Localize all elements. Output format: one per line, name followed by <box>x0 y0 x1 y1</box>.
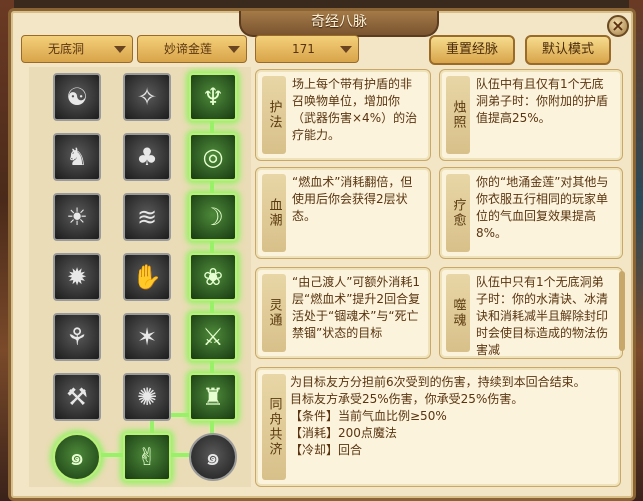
warriors-icon[interactable]: ⚔ <box>189 313 237 361</box>
ring-spirit-icon[interactable]: ◎ <box>189 133 237 181</box>
path-dropdown-value: 妙谛金莲 <box>164 42 213 56</box>
selected-skill-line: 目标友方承受25%伤害，你承受25%伤害。 <box>290 392 524 406</box>
axe-icon[interactable]: ⚒ <box>53 373 101 421</box>
selected-skill-line: 为目标友方分担前6次受到的伤害，持续到本回合结束。 <box>290 375 586 389</box>
school-dropdown[interactable]: 无底洞 <box>21 35 133 63</box>
skill-card[interactable]: 血潮 “燃血术”消耗翻倍，但使用后你会获得2层状态。 <box>255 167 431 259</box>
cards-scrollbar[interactable] <box>619 271 625 351</box>
skill-desc: 场上每个带有护盾的非召唤物单位，增加你（武器伤害×4%）的治疗能力。 <box>292 77 418 142</box>
skill-name: 护法 <box>262 76 286 154</box>
boot-icon[interactable]: ⚘ <box>53 313 101 361</box>
spiral-orb-left-icon[interactable]: ๑ <box>53 433 101 481</box>
meridian-tree: ☯ ✧ ♆ ♞ ♣ ◎ ☀ ≋ ☽ ✹ ✋ ❀ ⚘ ✶ ⚔ ⚒ ✺ ♜ ๑ ✌ … <box>29 67 251 487</box>
tree-stump-icon[interactable]: ♣ <box>123 133 171 181</box>
chevron-down-icon <box>340 46 352 53</box>
selected-skill-line: 【冷却】回合 <box>290 443 363 457</box>
reset-meridian-button[interactable]: 重置经脉 <box>429 35 515 65</box>
lotus-flower-icon[interactable]: ❀ <box>189 253 237 301</box>
whirl-icon[interactable]: ✺ <box>123 373 171 421</box>
claw-icon[interactable]: ✋ <box>123 253 171 301</box>
lotus-pagoda-icon[interactable]: ♆ <box>189 73 237 121</box>
spiked-hand-icon[interactable]: ✶ <box>123 313 171 361</box>
skill-name: 烛照 <box>446 76 470 154</box>
skill-desc: 队伍中有且仅有1个无底洞弟子时：你附加的护盾值提高25%。 <box>476 77 609 125</box>
meridian-window: 奇经八脉 × 无底洞 妙谛金莲 171 重置经脉 默认模式 ☯ ✧ ♆ ♞ ♣ … <box>8 8 636 501</box>
close-icon[interactable]: × <box>607 15 629 37</box>
skill-card[interactable]: 灵通 “由己渡人”可额外消耗1层“燃血术”提升2回合复活处于“锢魂术”与“死亡禁… <box>255 267 431 359</box>
chevron-down-icon <box>228 46 240 53</box>
dragon-icon[interactable]: ♞ <box>53 133 101 181</box>
selected-skill-line: 【消耗】200点魔法 <box>290 426 397 440</box>
tornado-icon[interactable]: ≋ <box>123 193 171 241</box>
level-dropdown-value: 171 <box>292 42 315 56</box>
level-dropdown[interactable]: 171 <box>255 35 359 63</box>
default-mode-button[interactable]: 默认模式 <box>525 35 611 65</box>
selected-skill-card[interactable]: 同舟共济 为目标友方分担前6次受到的伤害，持续到本回合结束。 目标友方承受25%… <box>255 367 621 487</box>
blood-tide-icon[interactable]: ☽ <box>189 193 237 241</box>
skill-name: 疗愈 <box>446 174 470 252</box>
skill-card[interactable]: 护法 场上每个带有护盾的非召唤物单位，增加你（武器伤害×4%）的治疗能力。 <box>255 69 431 161</box>
skill-card[interactable]: 噬魂 队伍中只有1个无底洞弟子时：你的水清诀、冰清诀和消耗减半且解除封印时会使目… <box>439 267 623 359</box>
skill-desc: 队伍中只有1个无底洞弟子时：你的水清诀、冰清诀和消耗减半且解除封印时会使目标造成… <box>476 275 609 357</box>
selected-skill-desc: 为目标友方分担前6次受到的伤害，持续到本回合结束。 目标友方承受25%伤害，你承… <box>290 374 612 459</box>
skill-name: 血潮 <box>262 174 286 252</box>
skill-name: 噬魂 <box>446 274 470 352</box>
skill-desc: 你的“地涌金莲”对其他与你衣服五行相同的玩家单位的气血回复效果提高8%。 <box>476 175 609 240</box>
skill-desc: “燃血术”消耗翻倍，但使用后你会获得2层状态。 <box>292 175 413 223</box>
selected-skill-name: 同舟共济 <box>262 374 286 480</box>
selected-skill-line: 【条件】当前气血比例≥50% <box>290 409 447 423</box>
hands-icon[interactable]: ✌ <box>123 433 171 481</box>
skill-name: 灵通 <box>262 274 286 352</box>
chevron-down-icon <box>114 46 126 53</box>
spiral-orb-right-icon[interactable]: ๑ <box>189 433 237 481</box>
skill-card[interactable]: 烛照 队伍中有且仅有1个无底洞弟子时：你附加的护盾值提高25%。 <box>439 69 623 161</box>
window-title: 奇经八脉 <box>239 11 439 37</box>
meditate-icon[interactable]: ☯ <box>53 73 101 121</box>
skill-card[interactable]: 疗愈 你的“地涌金莲”对其他与你衣服五行相同的玩家单位的气血回复效果提高8%。 <box>439 167 623 259</box>
school-dropdown-value: 无底洞 <box>48 42 85 56</box>
wind-blade-icon[interactable]: ✧ <box>123 73 171 121</box>
path-dropdown[interactable]: 妙谛金莲 <box>137 35 247 63</box>
pagoda-icon[interactable]: ♜ <box>189 373 237 421</box>
bomb-icon[interactable]: ✹ <box>53 253 101 301</box>
skill-desc: “由己渡人”可额外消耗1层“燃血术”提升2回合复活处于“锢魂术”与“死亡禁锢”状… <box>292 275 421 340</box>
sun-icon[interactable]: ☀ <box>53 193 101 241</box>
